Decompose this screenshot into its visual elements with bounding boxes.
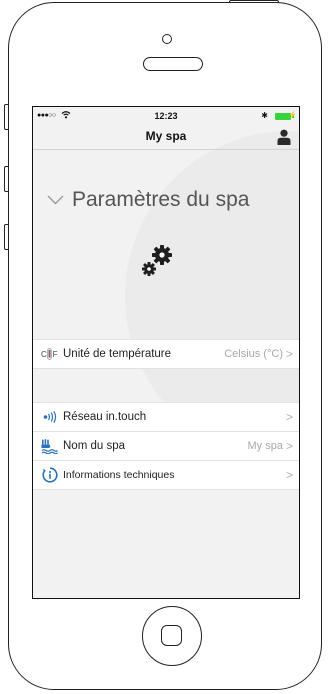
row-technical-info[interactable]: Informations techniques > bbox=[33, 461, 299, 490]
row-intouch-network[interactable]: Réseau in.touch > bbox=[33, 402, 299, 432]
info-icon bbox=[41, 467, 58, 484]
clock-time: 12:23 bbox=[154, 111, 178, 121]
chevron-down-icon bbox=[47, 195, 64, 205]
status-bar: ●●●○○ 12:23 ✱ ⚡ bbox=[33, 107, 299, 125]
front-camera bbox=[162, 34, 172, 44]
settings-group-network: Réseau in.touch > Nom du spa My spa > In… bbox=[33, 402, 299, 490]
svg-text:C: C bbox=[41, 350, 47, 359]
chevron-right-icon: > bbox=[285, 468, 293, 482]
page-title: My spa bbox=[145, 129, 187, 143]
bluetooth-icon: ✱ bbox=[261, 111, 268, 120]
row-temperature-unit[interactable]: C F Unité de température Celsius (°C) > bbox=[33, 339, 299, 369]
gears-icon bbox=[139, 243, 175, 279]
home-button-square-icon bbox=[161, 625, 182, 646]
row-spa-name[interactable]: Nom du spa My spa > bbox=[33, 432, 299, 461]
navigation-bar: My spa bbox=[33, 125, 299, 150]
row-label: Réseau in.touch bbox=[63, 411, 147, 423]
home-button[interactable] bbox=[142, 606, 202, 666]
settings-group-temperature: C F Unité de température Celsius (°C) > bbox=[33, 339, 299, 369]
chevron-right-icon: > bbox=[285, 410, 293, 424]
charging-icon: ⚡ bbox=[288, 112, 297, 119]
chevron-right-icon: > bbox=[285, 347, 293, 361]
section-header-spa-settings[interactable]: Paramètres du spa bbox=[47, 188, 249, 212]
row-label: Unité de température bbox=[63, 348, 172, 360]
chevron-right-icon: > bbox=[285, 439, 293, 453]
wireless-signal-icon bbox=[41, 409, 58, 426]
spa-hand-icon bbox=[41, 438, 58, 455]
section-title: Paramètres du spa bbox=[72, 188, 250, 211]
user-profile-icon[interactable] bbox=[277, 129, 291, 145]
row-label: Nom du spa bbox=[63, 440, 126, 452]
row-label: Informations techniques bbox=[63, 469, 175, 481]
svg-text:F: F bbox=[53, 350, 58, 359]
thermometer-cf-icon: C F bbox=[41, 346, 58, 363]
row-value: My spa bbox=[247, 440, 283, 452]
row-value: Celsius (°C) bbox=[224, 348, 283, 360]
app-screen: ●●●○○ 12:23 ✱ ⚡ My spa Paramètres du spa bbox=[32, 106, 300, 599]
earpiece-speaker bbox=[143, 57, 203, 71]
